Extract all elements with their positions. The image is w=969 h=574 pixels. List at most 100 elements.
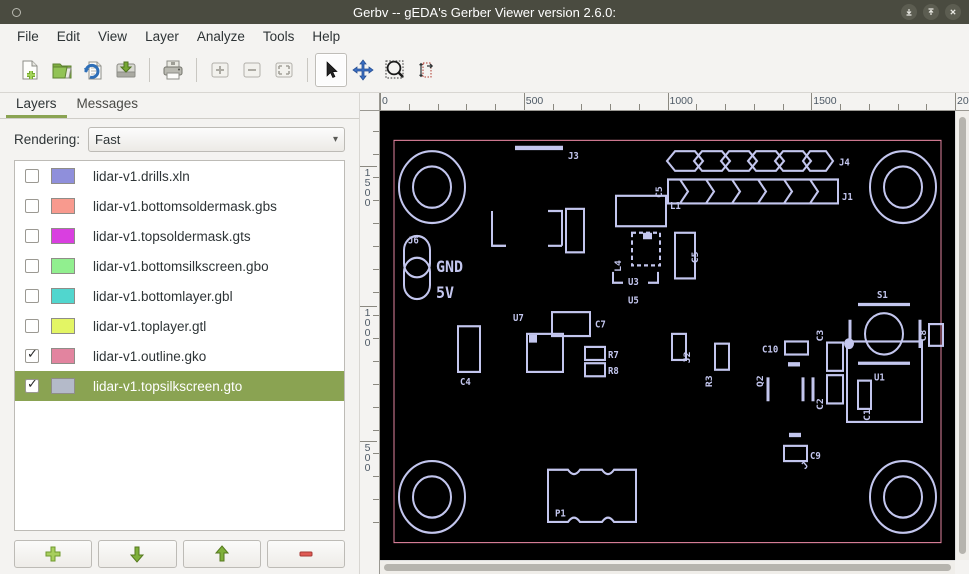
tab-layers[interactable]: Layers [6, 93, 67, 118]
ruler-minor-tick [373, 131, 379, 132]
ruler-minor-tick [840, 104, 841, 110]
layer-visibility-checkbox[interactable] [25, 169, 39, 183]
layer-color-swatch[interactable] [51, 348, 75, 364]
pointer-tool-icon [326, 61, 338, 78]
ruler-minor-tick [373, 246, 379, 247]
svg-text:C10: C10 [762, 344, 779, 355]
new-file-button[interactable] [14, 53, 46, 87]
layer-row[interactable]: lidar-v1.bottomsoldermask.gbs [15, 191, 344, 221]
layer-row[interactable]: lidar-v1.topsoldermask.gts [15, 221, 344, 251]
layer-row[interactable]: lidar-v1.bottomsilkscreen.gbo [15, 251, 344, 281]
menu-layer[interactable]: Layer [136, 26, 188, 47]
sidebar-tabs: Layers Messages [0, 93, 359, 119]
layer-list[interactable]: lidar-v1.drills.xln lidar-v1.bottomsolder… [14, 160, 345, 531]
layer-color-swatch[interactable] [51, 318, 75, 334]
ruler-minor-tick [926, 104, 928, 110]
layer-name-label: lidar-v1.topsoldermask.gts [93, 228, 251, 244]
ruler-minor-tick [897, 104, 899, 110]
svg-text:J3: J3 [568, 151, 579, 162]
ruler-label: 1500 [813, 95, 837, 107]
canvas-horizontal-scrollbar[interactable] [380, 560, 955, 574]
layer-row[interactable]: lidar-v1.outline.gko [15, 341, 344, 371]
measure-tool-button[interactable] [411, 53, 443, 87]
move-layer-down-button[interactable] [98, 540, 177, 568]
zoom-tool-button[interactable] [379, 53, 411, 87]
svg-text:R7: R7 [608, 349, 619, 360]
ruler-minor-tick [610, 104, 611, 110]
layer-visibility-checkbox[interactable] [25, 377, 39, 393]
svg-text:J1: J1 [842, 192, 853, 203]
arrow-down-icon [130, 546, 145, 563]
open-file-button[interactable] [46, 53, 78, 87]
layer-row[interactable]: lidar-v1.topsilkscreen.gto [15, 371, 344, 401]
menu-help[interactable]: Help [303, 26, 349, 47]
minimize-icon [906, 9, 912, 16]
menu-file[interactable]: File [8, 26, 48, 47]
svg-text:U7: U7 [513, 312, 524, 323]
vertical-scroll-thumb[interactable] [959, 117, 966, 554]
layer-visibility-checkbox[interactable] [25, 319, 39, 333]
ruler-label: 1000 [364, 307, 371, 349]
layer-color-swatch[interactable] [51, 198, 75, 214]
ruler-corner [360, 93, 380, 111]
horizontal-ruler: 0 500 1000 1500 2000 [380, 93, 969, 111]
circle-icon [12, 7, 21, 17]
menu-tools[interactable]: Tools [254, 26, 304, 47]
menu-analyze[interactable]: Analyze [188, 26, 254, 47]
ruler-minor-tick [373, 315, 379, 316]
save-file-button[interactable] [110, 53, 142, 87]
pointer-tool-button[interactable] [315, 53, 347, 87]
svg-text:Q2: Q2 [755, 375, 766, 387]
layer-color-swatch[interactable] [51, 288, 75, 304]
zoom-fit-button[interactable] [268, 53, 300, 87]
zoom-in-button[interactable] [204, 53, 236, 87]
layer-visibility-checkbox[interactable] [25, 347, 39, 363]
layer-color-swatch[interactable] [51, 378, 75, 394]
svg-text:5V: 5V [436, 282, 454, 302]
maximize-button[interactable] [923, 4, 939, 20]
close-button[interactable] [945, 4, 961, 20]
layer-visibility-checkbox[interactable] [25, 259, 39, 273]
minimize-button[interactable] [901, 4, 917, 20]
layer-color-swatch[interactable] [51, 168, 75, 184]
remove-layer-button[interactable] [266, 540, 345, 568]
ruler-minor-tick [373, 407, 379, 408]
layer-visibility-checkbox[interactable] [25, 229, 39, 243]
move-layer-up-button[interactable] [182, 540, 261, 568]
ruler-label: 2000 [957, 95, 969, 107]
revert-file-button[interactable] [78, 53, 110, 87]
print-button[interactable] [157, 53, 189, 87]
svg-text:C2: C2 [815, 398, 826, 410]
canvas-panel: 0 500 1000 1500 2000 1500 1000 500 [360, 93, 969, 574]
layer-name-label: lidar-v1.outline.gko [93, 348, 207, 364]
zoom-out-button[interactable] [236, 53, 268, 87]
menu-edit[interactable]: Edit [48, 26, 89, 47]
rendering-select[interactable]: Fast ▾ [88, 127, 345, 152]
layer-visibility-checkbox[interactable] [25, 199, 39, 213]
canvas-vertical-scrollbar[interactable] [955, 111, 969, 560]
menu-view[interactable]: View [89, 26, 136, 47]
tab-messages[interactable]: Messages [67, 93, 149, 118]
ruler-minor-tick [581, 104, 583, 110]
gerber-canvas[interactable]: J3 L1 C5 L4 U3 U5 J6 GND 5V J4 J1 C5 S1 … [380, 111, 955, 560]
svg-text:R3: R3 [704, 375, 715, 387]
ruler-major-tick [955, 93, 956, 110]
layer-visibility-checkbox[interactable] [25, 289, 39, 303]
ruler-minor-tick [782, 104, 784, 110]
layer-color-swatch[interactable] [51, 258, 75, 274]
main-toolbar [0, 48, 969, 93]
layer-name-label: lidar-v1.toplayer.gtl [93, 318, 207, 334]
layer-name-label: lidar-v1.bottomsoldermask.gbs [93, 198, 277, 214]
add-layer-button[interactable] [14, 540, 93, 568]
layer-row[interactable]: lidar-v1.toplayer.gtl [15, 311, 344, 341]
layer-row[interactable]: lidar-v1.drills.xln [15, 161, 344, 191]
window-titlebar: Gerbv -- gEDA's Gerber Viewer version 2.… [0, 0, 969, 24]
pan-tool-button[interactable] [347, 53, 379, 87]
ruler-minor-tick [373, 522, 379, 523]
horizontal-scroll-thumb[interactable] [384, 564, 951, 571]
svg-text:C9: C9 [810, 451, 821, 462]
layer-row[interactable]: lidar-v1.bottomlayer.gbl [15, 281, 344, 311]
ruler-minor-tick [868, 104, 870, 110]
layer-color-swatch[interactable] [51, 228, 75, 244]
ruler-minor-tick [373, 269, 379, 270]
